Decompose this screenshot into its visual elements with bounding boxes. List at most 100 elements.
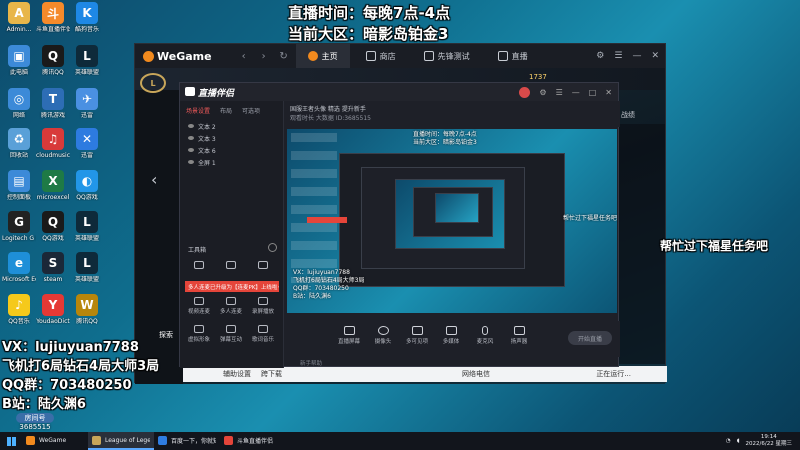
desktop-icon[interactable]: L 英雄联盟	[70, 252, 104, 283]
avatar[interactable]	[519, 86, 531, 98]
screen-capture-button[interactable]: 直播屏幕	[332, 326, 366, 345]
running-status[interactable]: 正在运行...	[596, 369, 631, 379]
desktop-icon[interactable]: Ssteam	[36, 252, 70, 283]
desktop-icon[interactable]: ◐ QQ游戏	[70, 170, 104, 201]
desktop-icon[interactable]: 斗斗鱼直播伴侣	[36, 2, 70, 33]
layers-icon	[411, 326, 423, 335]
menu-icon[interactable]: ☰	[614, 51, 622, 61]
tool-icon	[194, 261, 204, 269]
desktop-icon[interactable]: Y YoudaoDict	[36, 294, 70, 325]
desktop-icon[interactable]: T 腾讯游戏	[36, 88, 70, 119]
desktop-icon[interactable]: Xmicroexcel	[36, 170, 70, 201]
desktop-icon[interactable]: Q QQ游戏	[36, 211, 70, 242]
scene-item[interactable]: 文本 6	[180, 144, 283, 156]
app-icon: Q	[42, 45, 64, 67]
desktop-icon[interactable]: ♫ cloudmusic	[36, 128, 70, 159]
speaker-button[interactable]: 扬声器	[502, 326, 536, 345]
desktop-icon-label: 迅雷	[80, 112, 93, 119]
eye-icon[interactable]	[188, 136, 194, 140]
toolbox-title: 工具箱	[188, 247, 207, 254]
tool-danmaku[interactable]: 弹幕互动	[216, 325, 246, 343]
toolbox-more-icon[interactable]	[268, 243, 277, 252]
desktop-icon[interactable]: A Admin...	[2, 2, 36, 33]
desktop-icon[interactable]: ✕ 迅雷	[70, 128, 104, 159]
close-icon[interactable]: ✕	[651, 51, 659, 61]
clock[interactable]: 19:14 2022/6/22 星期三	[746, 434, 792, 448]
desktop-icon[interactable]: K 酷狗音乐	[70, 2, 104, 33]
app-icon: 斗	[42, 2, 64, 24]
eye-icon[interactable]	[188, 124, 194, 128]
stream-preview: 直播时间：每晚7点-4点 当前大区：暗影岛铂金3 帮忙过下福星任务吧 VX：lu…	[287, 129, 617, 313]
wegame-right-panel: 战绩	[617, 111, 665, 364]
linkmic-notice[interactable]: 多人连麦已升级为【连麦PK】上线啦~	[185, 281, 279, 292]
app-icon: ✕	[76, 128, 98, 150]
room-label: 房间号	[16, 413, 54, 423]
wegame-nav: ‹ › ↻ 主页 商店 先锋测试 直播	[236, 44, 540, 68]
minimize-icon[interactable]: —	[632, 51, 641, 61]
network-icon[interactable]: ◔	[726, 438, 731, 444]
carousel-prev-icon[interactable]: ‹	[151, 170, 157, 189]
desktop-icon[interactable]: ✈ 迅雷	[70, 88, 104, 119]
tab-options[interactable]: 可选项	[242, 106, 260, 115]
taskbar-item[interactable]: 斗鱼直播伴侣	[220, 432, 286, 450]
wegame-tab-beta[interactable]: 先锋测试	[412, 44, 482, 68]
tool-multi-linkmic[interactable]: 多人连麦	[216, 297, 246, 315]
start-button[interactable]	[0, 432, 22, 450]
camera-button[interactable]: 摄像头	[366, 326, 400, 345]
tool-placeholder[interactable]	[184, 261, 214, 271]
close-icon[interactable]: ✕	[605, 88, 612, 97]
microphone-button[interactable]: 麦克风	[468, 326, 502, 345]
camera-icon	[377, 326, 389, 335]
eye-icon[interactable]	[188, 148, 194, 152]
forward-arrow-icon[interactable]: ›	[256, 51, 272, 62]
desktop-icon[interactable]: W 腾讯QQ	[70, 294, 104, 325]
tool-placeholder[interactable]	[248, 261, 278, 271]
volume-icon[interactable]: ◖	[737, 438, 740, 444]
wegame-tab-store[interactable]: 商店	[354, 44, 408, 68]
wegame-tab-home[interactable]: 主页	[295, 44, 350, 68]
tab-scene[interactable]: 场景设置	[186, 106, 210, 115]
menu-icon[interactable]: ☰	[556, 88, 563, 97]
scene-item[interactable]: 文本 3	[180, 132, 283, 144]
desktop-icon[interactable]: ♪ QQ音乐	[2, 294, 36, 325]
desktop-icon[interactable]: ▣ 此电脑	[2, 45, 36, 76]
wegame-statusbar: 辅助设置 跨下载 网络电信 正在运行...	[183, 366, 667, 382]
desktop-icon[interactable]: ♻ 回收站	[2, 128, 36, 159]
taskbar-item[interactable]: League of Legends	[88, 432, 154, 450]
wegame-tab-live[interactable]: 直播	[486, 44, 540, 68]
tool-placeholder[interactable]	[216, 261, 246, 271]
desktop-icon[interactable]: ◎ 网络	[2, 88, 36, 119]
wegame-logo[interactable]: WeGame	[135, 50, 212, 63]
refresh-icon[interactable]: ↻	[276, 51, 292, 62]
desktop-icon[interactable]: L 英雄联盟	[70, 45, 104, 76]
scene-item[interactable]: 全屏 1	[180, 156, 283, 168]
desktop-icon-label: 腾讯QQ	[76, 318, 98, 325]
minimize-icon[interactable]: —	[572, 88, 580, 97]
taskbar-item[interactable]: 百度一下，你就知...	[154, 432, 220, 450]
settings-icon[interactable]: ⚙	[596, 51, 604, 61]
scene-item[interactable]: 文本 2	[180, 120, 283, 132]
desktop-icon[interactable]: G Logitech G HUB	[2, 211, 36, 242]
taskbar-item[interactable]: WeGame	[22, 432, 88, 450]
tab-layout[interactable]: 布局	[220, 106, 232, 115]
eye-icon[interactable]	[188, 160, 194, 164]
media-button[interactable]: 多媒体	[434, 326, 468, 345]
tool-lyrics[interactable]: 歌词音乐	[248, 325, 278, 343]
maximize-icon[interactable]: □	[589, 88, 597, 97]
live-icon	[497, 51, 508, 61]
start-live-button[interactable]: 开始直播	[568, 331, 612, 345]
download-link[interactable]: 跨下载	[261, 369, 282, 379]
settings-icon[interactable]: ⚙	[539, 88, 546, 97]
desktop-icon-label: 腾讯游戏	[40, 112, 65, 119]
desktop-icon[interactable]: ▤ 控制面板	[2, 170, 36, 201]
back-arrow-icon[interactable]: ‹	[236, 51, 252, 62]
multi-source-button[interactable]: 多可见项	[400, 326, 434, 345]
desktop-icon[interactable]: L 英雄联盟	[70, 211, 104, 242]
assist-settings-link[interactable]: 辅助设置	[223, 369, 251, 379]
tool-screen-record[interactable]: 录屏播放	[248, 297, 278, 315]
desktop-icon[interactable]: e Microsoft Edge	[2, 252, 36, 283]
tool-avatar[interactable]: 虚拟形象	[184, 325, 214, 343]
desktop-icon[interactable]: Q 腾讯QQ	[36, 45, 70, 76]
desktop-icon-label: 腾讯QQ	[42, 69, 64, 76]
tool-video-linkmic[interactable]: 视频连麦	[184, 297, 214, 315]
